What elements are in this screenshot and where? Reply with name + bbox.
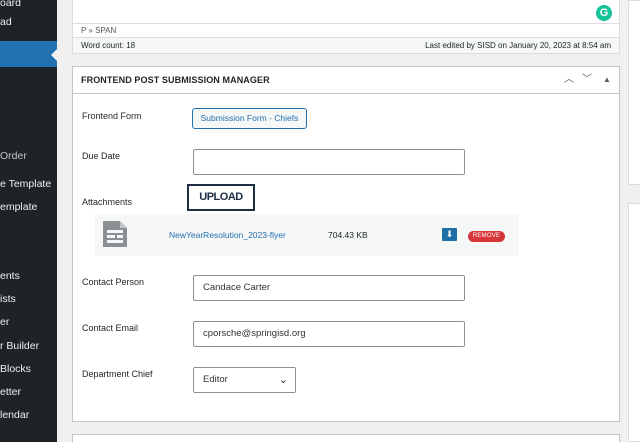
attachment-item: NewYearResolution_2023-flyer 704.43 KB ⬇… [95,214,519,256]
sidebar-item-active[interactable] [0,41,57,67]
metabox-title: FRONTEND POST SUBMISSION MANAGER [81,75,270,85]
editor-path: P » SPAN [73,24,619,38]
attachment-file-size: 704.43 KB [328,230,368,240]
contact-person-field[interactable]: Candace Carter [193,275,465,301]
grammarly-icon[interactable]: G [596,5,612,21]
next-metabox [72,434,620,442]
side-panel-box [628,0,640,185]
sidebar-item-blocks[interactable]: Blocks [0,359,57,379]
department-chief-label: Department Chief [82,369,153,379]
move-up-icon[interactable]: ︿ [562,73,576,87]
sidebar-item-er[interactable]: er [0,312,57,332]
contact-person-label: Contact Person [82,277,145,287]
sidebar-item-template-2[interactable]: emplate [0,197,57,217]
remove-attachment-button[interactable]: REMOVE [468,231,505,242]
submission-manager-metabox: FRONTEND POST SUBMISSION MANAGER ︿ ﹀ ▲ F… [72,66,620,422]
post-editor: G P » SPAN Word count: 18 Last edited by… [72,0,620,54]
frontend-form-label: Frontend Form [82,111,142,121]
editor-status-bar: Word count: 18 Last edited by SISD on Ja… [73,38,619,53]
sidebar-item-builder[interactable]: r Builder [0,336,57,356]
collapse-toggle-icon[interactable]: ▲ [600,73,614,87]
sidebar-item-ents[interactable]: ents [0,266,57,286]
side-panel-box [628,203,640,442]
sidebar-item-ad[interactable]: ad [0,12,57,32]
word-count: Word count: 18 [81,41,136,50]
attachment-file-link[interactable]: NewYearResolution_2023-flyer [169,230,286,240]
move-down-icon[interactable]: ﹀ [580,73,594,87]
editor-content-area[interactable]: G [73,0,619,24]
sidebar-item-order[interactable]: Order [0,146,57,166]
due-date-field[interactable] [193,149,465,175]
sidebar-item-letter[interactable]: etter [0,382,57,402]
sidebar-item-calendar[interactable]: lendar [0,405,57,425]
submission-form-button[interactable]: Submission Form - Chiefs [192,108,307,129]
contact-email-field[interactable]: cporsche@springisd.org [193,321,465,347]
sidebar-item-ists[interactable]: ists [0,289,57,309]
sidebar-item-template-1[interactable]: e Template [0,174,57,194]
document-icon [103,221,127,247]
department-chief-select[interactable]: Editor ⌄ [193,367,296,393]
attachments-label: Attachments [82,197,133,207]
department-chief-value: Editor [203,374,228,385]
due-date-label: Due Date [82,151,121,161]
chevron-down-icon: ⌄ [278,374,288,386]
admin-sidebar: oard ad Order e Template emplate ents is… [0,0,57,442]
contact-email-label: Contact Email [82,323,139,333]
metabox-header: FRONTEND POST SUBMISSION MANAGER ︿ ﹀ ▲ [73,67,619,94]
last-edited: Last edited by SISD on January 20, 2023 … [425,41,611,50]
upload-button[interactable]: UPLOAD [187,184,255,211]
download-icon[interactable]: ⬇ [442,228,457,241]
